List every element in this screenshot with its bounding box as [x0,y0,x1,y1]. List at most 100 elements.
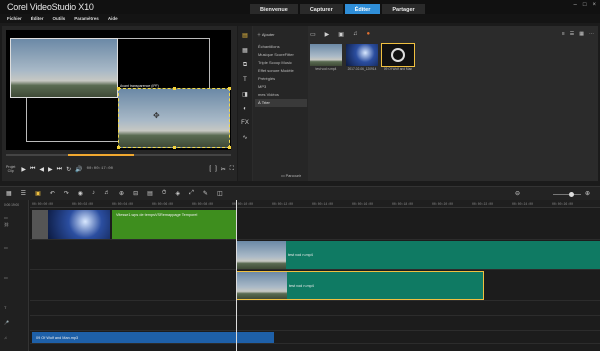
zoom-in-icon[interactable]: ⊕ [585,190,590,197]
folder-item[interactable]: mes Vidéos [255,91,307,99]
3d-title-icon[interactable]: ✎ [203,190,208,197]
browse-button[interactable]: ▭ Parcourir [281,173,301,178]
home-icon[interactable]: ⏮ [30,166,35,173]
player-timecode[interactable]: 00:00:17:00 [87,167,113,171]
music-clip[interactable]: 09 Of Wolf and Man.mp3 [32,332,274,343]
storyboard-view-icon[interactable]: ▦ [6,190,12,197]
maximize-button[interactable]: □ [583,2,587,8]
folder-item[interactable]: Triple Scoop Music [255,59,307,67]
folder-item-active[interactable]: À Trier [255,99,307,107]
mask-creator-icon[interactable]: ◈ [175,190,180,197]
play-icon[interactable]: ▶ [21,166,26,173]
split-screen-icon[interactable]: ◫ [217,190,223,197]
folder-item[interactable]: Échantillons [255,43,307,51]
lock-icon[interactable]: ⛓ [4,222,25,227]
zoom-out-icon[interactable]: ⊖ [515,190,520,197]
media-thumbnail[interactable]: test vod n.mp4 [310,44,342,71]
minimize-button[interactable]: – [574,2,577,8]
folder-open-icon[interactable]: ▭ [310,31,316,38]
auto-music-icon[interactable]: ♬ [104,190,110,197]
folder-item[interactable]: Préréglés [255,75,307,83]
menu-file[interactable]: Fichier [7,14,22,23]
prev-frame-icon[interactable]: ◀ [39,166,44,173]
overlay-track-icon[interactable]: ▭ [4,275,25,280]
intro-clip[interactable] [48,210,110,239]
library-category-bar: ▤ ▦ ⧉ T ◨ ◐ FX ∿ [238,26,252,181]
video-filter-icon[interactable]: ▶ [325,31,330,38]
overlay-clip-2-selected[interactable]: test vod n.mp4 [236,271,484,300]
trim-range[interactable] [68,154,134,156]
timeline-view-icon[interactable]: ☰ [21,190,26,197]
resize-handle[interactable] [117,146,120,149]
timeline-ruler[interactable]: 00:00:00:00 00:00:02:00 00:00:04:00 00:0… [30,200,600,208]
video-title-clip[interactable]: Vitesse1.wps de tempsVSRemappage Tempore… [112,210,236,239]
folder-item[interactable]: Effet sonore Modèle [255,67,307,75]
next-frame-icon[interactable]: ▶ [48,166,53,173]
transition-icon[interactable]: ⧉ [243,62,247,69]
menu-tools[interactable]: Outils [53,14,66,23]
mark-out-icon[interactable]: ] [215,166,217,172]
mark-in-icon[interactable]: [ [209,166,211,172]
resize-handle[interactable] [228,87,231,90]
thumbnail-image [346,44,378,66]
motion-tracking-icon[interactable]: ⊕ [119,190,124,197]
instant-project-icon[interactable]: ▦ [242,47,248,54]
fx-icon[interactable]: FX [241,120,249,126]
resize-handle[interactable] [173,146,176,149]
overlay-clip-1[interactable]: test vod n.mp4 [236,241,600,269]
overlay-track-icon[interactable]: ▭ [4,245,25,250]
sound-mixer-icon[interactable]: ♪ [92,190,95,197]
close-button[interactable]: × [592,2,596,8]
resize-handle[interactable] [228,146,231,149]
grid-view-icon[interactable]: ▦ [579,31,584,37]
media-thumbnail-selected[interactable]: 09 Of Wolf and Man [381,43,415,71]
split-icon[interactable]: ✂ [221,166,226,173]
preview-window[interactable]: ✥ Avant transparence (iPF) [6,30,231,150]
volume-icon[interactable]: 🔊 [75,166,82,173]
zoom-slider-knob[interactable] [569,192,574,197]
sort-icon[interactable]: ≡ [562,31,565,37]
pan-zoom-icon[interactable]: ⤢ [189,190,194,197]
transition-clip[interactable] [32,210,48,239]
redo-icon[interactable]: ↷ [64,190,69,197]
music-track-icon[interactable]: ♫ [4,335,25,340]
media-icon[interactable]: ▤ [242,32,248,39]
filter-icon[interactable]: ◐ [243,106,247,112]
list-view-icon[interactable]: ☰ [570,31,574,37]
resize-handle[interactable] [173,87,176,90]
photo-filter-icon[interactable]: ▣ [338,31,344,38]
zoom-slider[interactable] [553,194,581,195]
audio-filter-icon[interactable]: ♫ [353,31,358,38]
repeat-icon[interactable]: ↻ [66,166,71,173]
overlay-top-clip[interactable] [10,38,118,98]
mode-switch[interactable]: Projet Clip [6,165,15,173]
options-icon[interactable]: ⋯ [589,31,594,37]
menu-help[interactable]: Aide [108,14,118,23]
undo-icon[interactable]: ↶ [50,190,55,197]
folder-item[interactable]: Musique ScoreFitter [255,51,307,59]
record-icon[interactable]: ● [366,31,370,38]
media-thumbnail[interactable]: 2017-02-06_120914 [346,44,378,71]
scrub-bar[interactable] [6,154,231,156]
mode-clip-label: Clip [7,169,14,173]
title-icon[interactable]: T [243,77,247,83]
title-track-icon[interactable]: T [4,305,25,310]
time-remapping-icon[interactable]: ⏱ [162,190,167,197]
multi-camera-icon[interactable]: ▤ [147,190,153,197]
end-icon[interactable]: ⏭ [57,166,62,173]
add-folder-button[interactable]: ＋ Ajouter [257,32,275,38]
voice-track-icon[interactable]: 🎤 [4,320,25,325]
playhead[interactable] [236,200,237,351]
path-icon[interactable]: ∿ [242,134,247,141]
menu-edit[interactable]: Éditer [31,14,44,23]
video-track-icon[interactable]: ▭ [4,215,25,220]
subtitle-icon[interactable]: ⊟ [133,190,138,197]
record-capture-icon[interactable]: ◉ [78,190,83,197]
overlay-bottom-clip[interactable]: ✥ [117,87,231,149]
folder-item[interactable]: MP3 [255,83,307,91]
graphic-icon[interactable]: ◨ [242,91,248,98]
ruler-tick: 00:00:18:00 [392,202,414,206]
track-manager-icon[interactable]: ▣ [35,190,41,197]
enlarge-icon[interactable]: ⛶ [230,166,234,173]
menu-settings[interactable]: Paramètres [74,14,99,23]
